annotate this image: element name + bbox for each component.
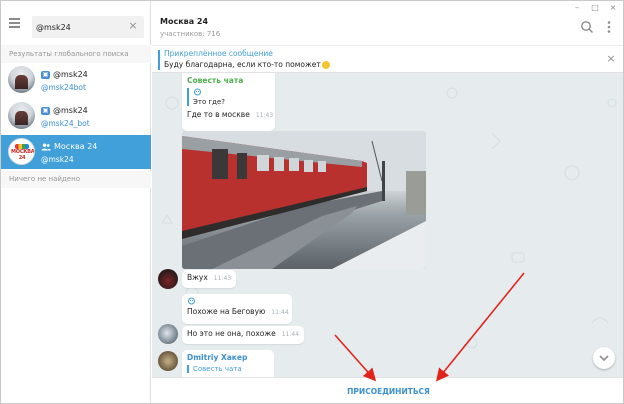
result-name: Москва 24 (41, 142, 97, 151)
pinned-title: Прикреплённое сообщение (164, 49, 273, 58)
reply-title (193, 88, 270, 98)
more-vertical-icon[interactable] (601, 19, 617, 35)
search-input[interactable] (36, 19, 126, 35)
search-result-moskva24[interactable]: МОСКВА 24 Москва 24 @msk24 (1, 135, 151, 169)
pinned-message[interactable]: Прикреплённое сообщение Буду благодарна,… (152, 45, 623, 73)
sticker-icon (188, 297, 195, 305)
smile-emoji-icon (321, 61, 330, 69)
message-sender[interactable]: Dmitriy Хакер (187, 353, 269, 362)
user-avatar[interactable] (158, 351, 178, 371)
global-results-label: Результаты глобального поиска (1, 45, 151, 63)
group-icon (41, 143, 51, 151)
message-text-line: Похоже на Беговую 11:44 (187, 307, 289, 316)
not-found-label: Ничего не найдено (1, 171, 151, 188)
reply-text: Это где? (193, 98, 226, 106)
avatar (8, 66, 35, 93)
message-time: 11:44 (281, 331, 300, 338)
member-count: участников: 716 (160, 30, 221, 38)
message-bubble[interactable]: Вжух 11:43 (182, 270, 237, 288)
message-text: Где то в москве (187, 110, 250, 119)
search-icon[interactable] (579, 19, 595, 35)
clear-search-icon[interactable]: × (126, 19, 140, 33)
train-photo-image (182, 131, 426, 269)
chat-header: Москва 24 участников: 716 (152, 13, 623, 45)
avatar (8, 102, 35, 129)
message-text: Вжух (187, 273, 208, 282)
message-text: Но это не она, похоже (187, 329, 276, 338)
result-handle: @msk24 (41, 155, 74, 164)
reply-quote[interactable]: Это где? (187, 88, 270, 106)
left-panel: × Результаты глобального поиска ▣@msk24 … (1, 1, 151, 403)
photo-train[interactable] (182, 131, 426, 269)
reply-title: Совесть чата (193, 365, 242, 373)
close-pinned-icon[interactable]: × (605, 52, 617, 66)
message-list[interactable]: Совесть чата Это где? Где то в москве 11:… (152, 73, 623, 377)
bot-icon: ▣ (41, 106, 50, 115)
result-name: ▣ @msk24 (41, 70, 88, 79)
search-result-msk24bot[interactable]: ▣ @msk24 @msk24bot (1, 63, 151, 97)
join-button[interactable]: ПРИСОЕДИНИТЬСЯ (152, 378, 623, 403)
message-bubble[interactable]: Похоже на Беговую 11:44 (182, 294, 292, 324)
message-bubble[interactable]: Dmitriy Хакер Совесть чата (182, 350, 274, 377)
message-time: 11:43 (255, 112, 274, 119)
user-avatar[interactable] (158, 324, 178, 344)
hamburger-icon[interactable] (7, 15, 23, 29)
message-bubble[interactable]: Совесть чата Это где? Где то в москве 11:… (182, 73, 275, 131)
message-text-line: Где то в москве 11:43 (187, 110, 274, 119)
scroll-down-button[interactable] (593, 347, 615, 369)
message-time: 11:44 (271, 309, 289, 316)
avatar-logo-text: МОСКВА 24 (11, 149, 35, 161)
result-handle: @msk24bot (41, 83, 86, 92)
chevron-down-icon (599, 355, 609, 362)
message-sticker-line (187, 297, 287, 307)
message-time: 11:43 (213, 275, 232, 282)
chat-title[interactable]: Москва 24 (160, 17, 208, 26)
message-text: Похоже на Беговую (187, 307, 266, 316)
result-handle: @msk24_bot (41, 119, 90, 128)
reply-quote[interactable]: Совесть чата (187, 365, 269, 373)
sticker-icon (194, 88, 201, 96)
pinned-accent-bar (158, 50, 160, 70)
pinned-text: Буду благодарна, если кто-то поможет (164, 60, 330, 69)
avatar: МОСКВА 24 (8, 138, 35, 165)
user-avatar[interactable] (158, 269, 178, 289)
result-name: ▣ @msk24 (41, 106, 88, 115)
left-header: × (1, 1, 151, 45)
search-result-msk24-bot[interactable]: ▣ @msk24 @msk24_bot (1, 99, 151, 133)
message-sender[interactable]: Совесть чата (187, 76, 270, 85)
bottom-bar: ПРИСОЕДИНИТЬСЯ (152, 377, 623, 403)
telegram-window: × Результаты глобального поиска ▣@msk24 … (0, 0, 624, 404)
bot-icon: ▣ (41, 70, 50, 79)
message-bubble[interactable]: Но это не она, похоже 11:44 (182, 326, 305, 344)
chat-panel: – □ × Москва 24 участников: 716 Прикрепл… (152, 1, 623, 403)
search-box: × (32, 16, 144, 38)
